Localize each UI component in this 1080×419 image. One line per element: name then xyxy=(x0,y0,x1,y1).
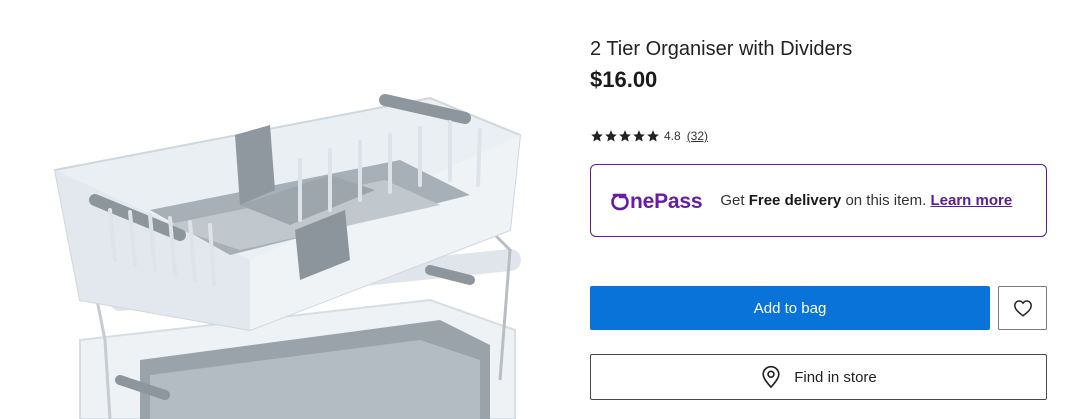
product-price: $16.00 xyxy=(590,67,658,92)
onepass-free-delivery: Free delivery xyxy=(748,192,842,209)
onepass-text-get: Get xyxy=(720,192,749,209)
star-icon xyxy=(647,130,659,142)
product-rating: 4.8 (32) xyxy=(590,128,708,144)
heart-icon xyxy=(1013,300,1032,317)
star-icon xyxy=(591,130,603,142)
find-in-store-label: Find in store xyxy=(794,368,877,386)
onepass-o-icon xyxy=(611,193,629,210)
wishlist-button[interactable] xyxy=(998,286,1047,330)
star-icon xyxy=(633,130,645,142)
onepass-message: Get Free delivery on this item. Learn mo… xyxy=(720,192,1020,209)
add-to-bag-button[interactable]: Add to bag xyxy=(590,286,990,330)
star-icon xyxy=(619,130,631,142)
organiser-illustration xyxy=(53,94,522,419)
find-in-store-button[interactable]: Find in store xyxy=(590,354,1047,400)
onepass-text-rest: on this item. xyxy=(841,192,931,209)
star-rating-icons xyxy=(590,129,660,143)
onepass-banner: nePass Get Free delivery on this item. L… xyxy=(590,164,1047,237)
review-count-link[interactable]: (32) xyxy=(687,129,708,143)
location-pin-icon xyxy=(762,365,780,389)
rating-value: 4.8 xyxy=(664,129,681,143)
learn-more-link[interactable]: Learn more xyxy=(930,192,1012,209)
product-title: 2 Tier Organiser with Dividers xyxy=(590,38,853,60)
onepass-logo: nePass xyxy=(611,188,703,214)
star-icon xyxy=(605,130,617,142)
product-info: 2 Tier Organiser with Dividers $16.00 4.… xyxy=(590,0,1050,419)
add-to-bag-row: Add to bag xyxy=(590,286,1047,330)
product-image[interactable] xyxy=(0,0,560,419)
onepass-logo-text: nePass xyxy=(630,189,703,213)
